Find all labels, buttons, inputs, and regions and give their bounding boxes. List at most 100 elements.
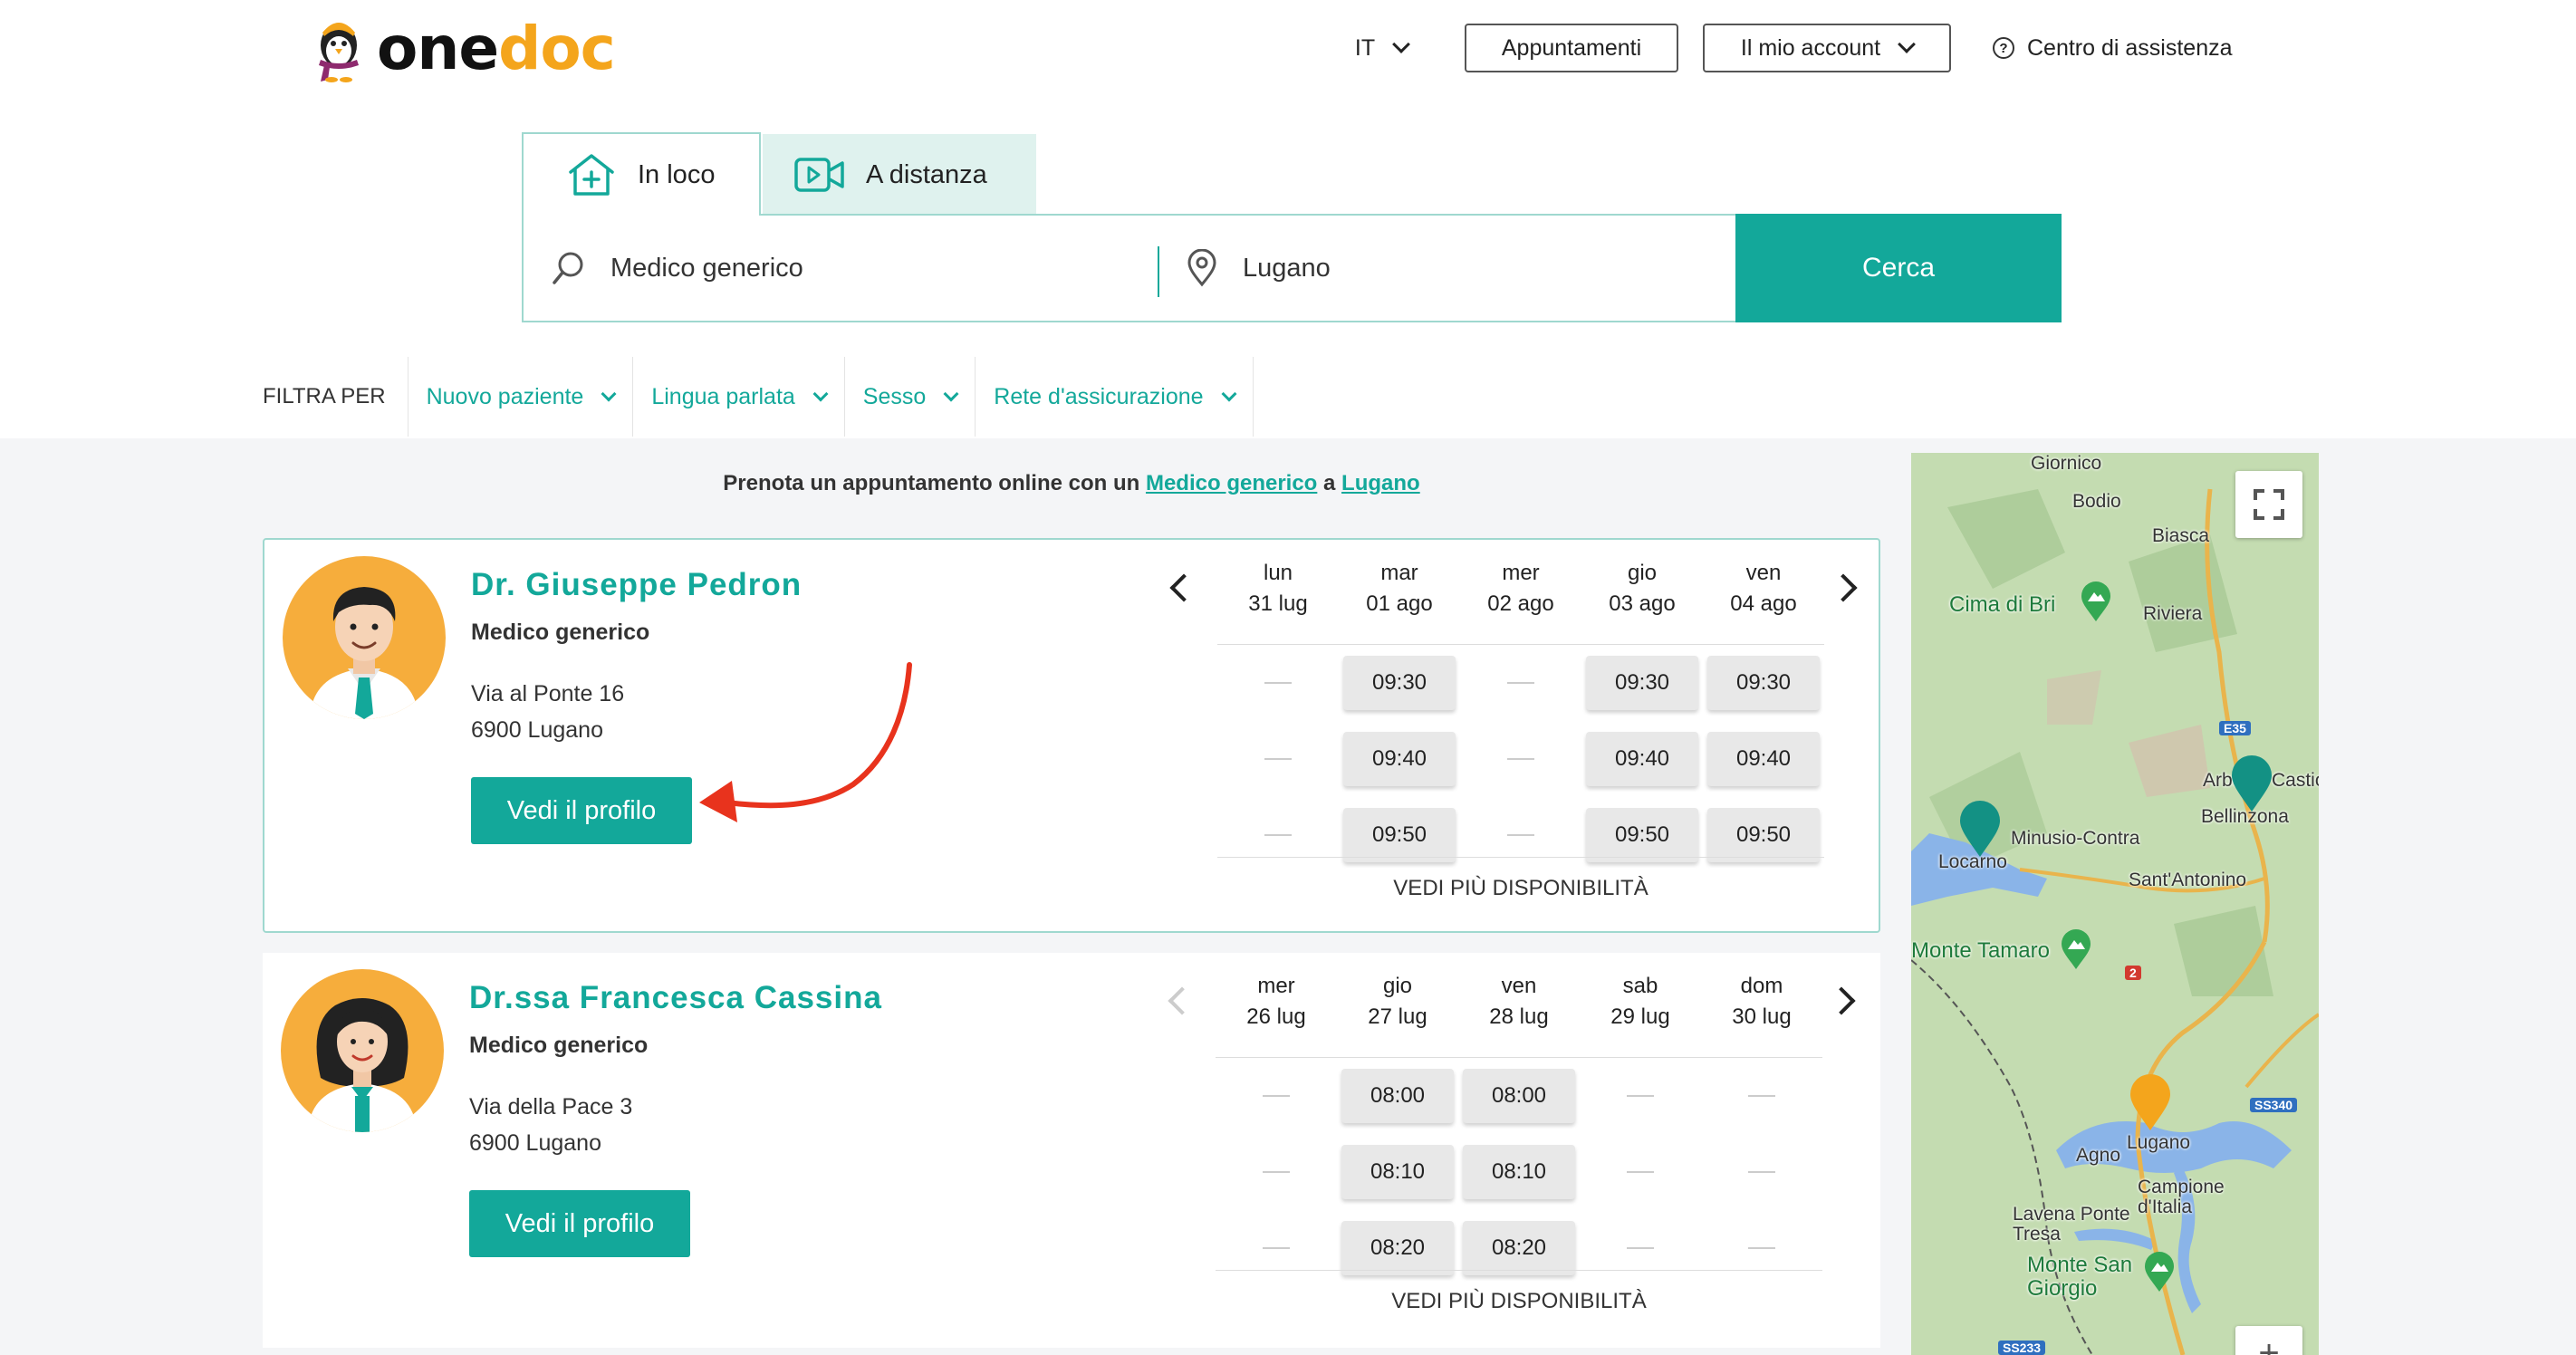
- time-slot-button[interactable]: 09:50: [1586, 808, 1698, 862]
- time-slot-button[interactable]: 09:40: [1707, 732, 1820, 786]
- empty-slot: [1460, 808, 1581, 862]
- map-label: Monte Tamaro: [1911, 938, 2050, 964]
- view-profile-label: Vedi il profilo: [506, 795, 657, 825]
- map-marker-icon[interactable]: [1958, 801, 2002, 859]
- map-label: Riviera: [2143, 603, 2202, 625]
- time-slot[interactable]: 09:30: [1703, 656, 1824, 710]
- time-slot-button[interactable]: 09:30: [1707, 656, 1820, 710]
- my-account-button[interactable]: Il mio account: [1703, 24, 1951, 72]
- time-slot-button[interactable]: 09:30: [1343, 656, 1456, 710]
- unavailable-dash: [1263, 1171, 1290, 1173]
- filter-language[interactable]: Lingua parlata: [633, 357, 845, 437]
- time-slot[interactable]: 09:40: [1339, 732, 1460, 786]
- day-date: 03 ago: [1609, 591, 1676, 616]
- time-slot[interactable]: 09:50: [1581, 808, 1703, 862]
- see-more-availability-link[interactable]: VEDI PIÙ DISPONIBILITÀ: [1217, 857, 1824, 918]
- unavailable-dash: [1263, 1095, 1290, 1097]
- view-profile-button[interactable]: Vedi il profilo: [471, 777, 692, 844]
- time-slot[interactable]: 09:40: [1703, 732, 1824, 786]
- next-week-arrow-icon[interactable]: [1827, 986, 1856, 1015]
- map-fullscreen-button[interactable]: [2235, 471, 2302, 538]
- time-slot[interactable]: 08:10: [1458, 1145, 1580, 1199]
- map-label: Lavena Ponte Tresa: [2013, 1205, 2130, 1244]
- place-name: Campione d'Italia: [2138, 1177, 2225, 1217]
- map-marker-icon[interactable]: [2129, 1074, 2172, 1132]
- time-slot[interactable]: 09:30: [1339, 656, 1460, 710]
- time-slot[interactable]: 08:20: [1337, 1221, 1458, 1275]
- time-slot-button[interactable]: 08:00: [1341, 1069, 1454, 1123]
- day-of-week: mer: [1502, 561, 1540, 585]
- time-slot[interactable]: 09:40: [1581, 732, 1703, 786]
- next-week-arrow-icon[interactable]: [1829, 573, 1858, 602]
- doctor-avatar: [283, 556, 446, 719]
- language-selector[interactable]: IT: [1341, 24, 1422, 72]
- time-slot-button[interactable]: 08:10: [1341, 1145, 1454, 1199]
- doctor-card: Dr. Giuseppe Pedron Medico generico Via …: [263, 538, 1880, 933]
- time-slot[interactable]: 08:20: [1458, 1221, 1580, 1275]
- time-slot[interactable]: 09:30: [1581, 656, 1703, 710]
- place-name: Riviera: [2143, 603, 2203, 624]
- doctor-city: 6900 Lugano: [471, 717, 603, 743]
- day-date: 02 ago: [1487, 591, 1554, 616]
- previous-week-arrow-icon[interactable]: [1168, 986, 1197, 1015]
- time-slot[interactable]: 08:10: [1337, 1145, 1458, 1199]
- road-tag: SS233: [1998, 1341, 2046, 1355]
- time-slot[interactable]: 09:50: [1339, 808, 1460, 862]
- place-name: Agno: [2076, 1145, 2121, 1166]
- penguin-mascot-icon: [319, 23, 359, 82]
- search-button-label: Cerca: [1861, 253, 1936, 283]
- help-center-link[interactable]: ? Centro di assistenza: [1993, 24, 2264, 72]
- results-map[interactable]: Giornico Bodio Biasca Cima di Bri Rivier…: [1911, 453, 2319, 1355]
- time-slot-button[interactable]: 09:30: [1586, 656, 1698, 710]
- red-annotation-arrow: [699, 662, 912, 822]
- empty-slot: [1701, 1221, 1822, 1275]
- time-slot[interactable]: 08:00: [1337, 1069, 1458, 1123]
- doctor-name[interactable]: Dr. Giuseppe Pedron: [471, 567, 802, 603]
- previous-week-arrow-icon[interactable]: [1169, 573, 1198, 602]
- onedoc-logo[interactable]: onedoc: [312, 13, 616, 85]
- time-slot-button[interactable]: 09:40: [1343, 732, 1456, 786]
- search-button[interactable]: Cerca: [1735, 214, 2062, 322]
- time-slot-button[interactable]: 09:40: [1586, 732, 1698, 786]
- unavailable-dash: [1507, 834, 1534, 836]
- intro-specialty-link[interactable]: Medico generico: [1146, 471, 1317, 495]
- appointments-button[interactable]: Appuntamenti: [1465, 24, 1678, 72]
- time-slot-button[interactable]: 08:20: [1341, 1221, 1454, 1275]
- empty-slot: [1216, 1221, 1337, 1275]
- time-slot[interactable]: 08:00: [1458, 1069, 1580, 1123]
- map-marker-icon[interactable]: [2230, 755, 2273, 813]
- tab-in-person[interactable]: In loco: [522, 132, 761, 216]
- see-more-label: VEDI PIÙ DISPONIBILITÀ: [1393, 875, 1648, 900]
- time-slot[interactable]: 09:50: [1703, 808, 1824, 862]
- view-profile-button[interactable]: Vedi il profilo: [469, 1190, 690, 1257]
- doctor-street: Via al Ponte 16: [471, 681, 625, 706]
- empty-slot: [1580, 1145, 1701, 1199]
- mountain-poi-icon: [2145, 1252, 2174, 1292]
- time-slot-button[interactable]: 08:20: [1463, 1221, 1575, 1275]
- logo-part-doc: doc: [498, 14, 616, 83]
- place-name: Sant'Antonino: [2129, 870, 2247, 890]
- location-search-input[interactable]: Lugano: [1187, 216, 1730, 321]
- see-more-availability-link[interactable]: VEDI PIÙ DISPONIBILITÀ: [1216, 1270, 1822, 1331]
- search-form: Medico generico Lugano Cerca: [522, 214, 2062, 322]
- unavailable-dash: [1264, 834, 1292, 836]
- tab-remote[interactable]: A distanza: [763, 134, 1036, 216]
- house-plus-icon: [569, 154, 614, 196]
- logo-wordmark: onedoc: [377, 19, 616, 79]
- empty-slot: [1217, 656, 1339, 710]
- filter-gender[interactable]: Sesso: [845, 357, 976, 437]
- day-of-week: dom: [1740, 974, 1783, 998]
- filter-new-patient[interactable]: Nuovo paziente: [409, 357, 634, 437]
- time-slot-button[interactable]: 09:50: [1707, 808, 1820, 862]
- see-more-label: VEDI PIÙ DISPONIBILITÀ: [1391, 1288, 1647, 1313]
- time-slot-button[interactable]: 09:50: [1343, 808, 1456, 862]
- map-zoom-in-button[interactable]: +: [2235, 1326, 2302, 1355]
- day-of-week: lun: [1263, 561, 1293, 585]
- doctor-name[interactable]: Dr.ssa Francesca Cassina: [469, 980, 882, 1016]
- time-slot-button[interactable]: 08:00: [1463, 1069, 1575, 1123]
- time-slot-button[interactable]: 08:10: [1463, 1145, 1575, 1199]
- filter-insurance[interactable]: Rete d'assicurazione: [976, 357, 1254, 437]
- intro-city-link[interactable]: Lugano: [1341, 471, 1420, 495]
- doctor-specialty: Medico generico: [471, 620, 650, 645]
- male-doctor-avatar-icon: [310, 587, 418, 719]
